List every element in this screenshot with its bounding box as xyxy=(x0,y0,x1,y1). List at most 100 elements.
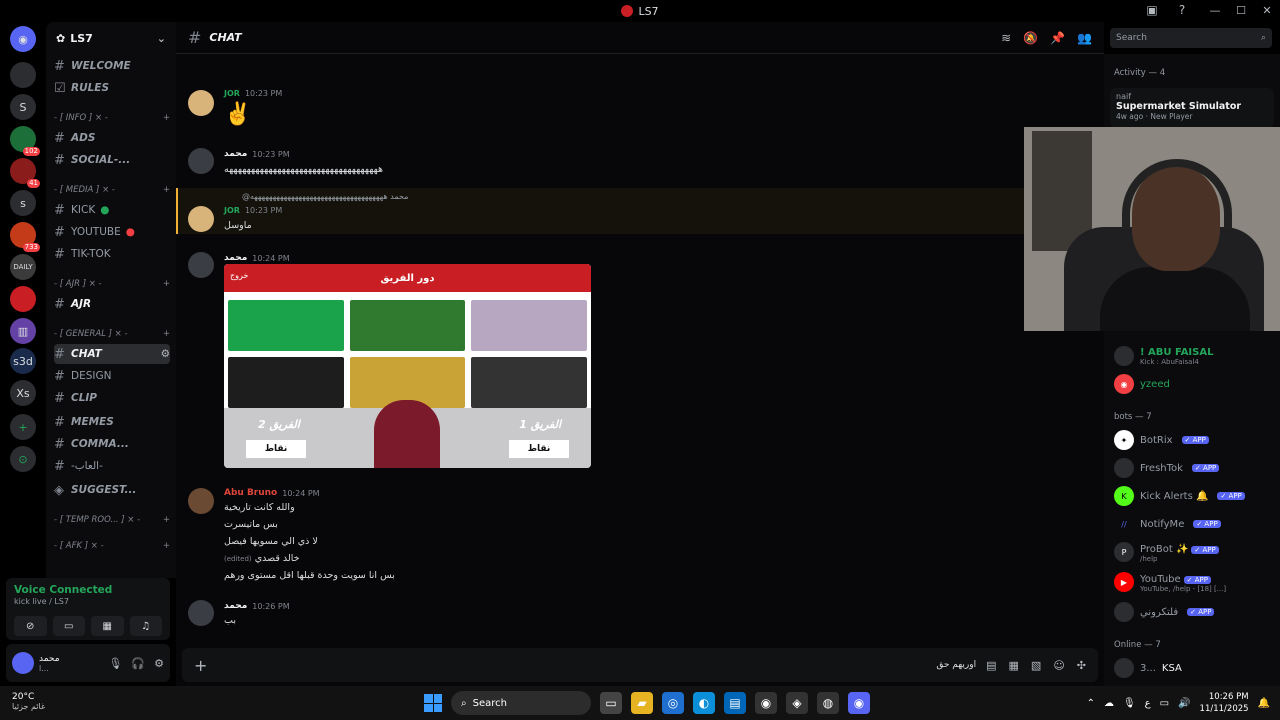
server-icon-2[interactable]: S xyxy=(10,94,36,120)
server-icon-s3d[interactable]: s3d xyxy=(10,348,36,374)
server-icon-6[interactable]: 733 xyxy=(10,222,40,252)
start-button[interactable] xyxy=(424,694,442,712)
edge-icon[interactable]: ◐ xyxy=(693,692,715,714)
soundboard-icon[interactable]: ♫ xyxy=(129,616,162,636)
message-author[interactable]: Abu Bruno xyxy=(224,488,277,498)
server-icon-1[interactable] xyxy=(10,62,36,88)
close-button[interactable]: ✕ xyxy=(1254,0,1280,22)
channel-suggest[interactable]: ◈ SUGGEST... xyxy=(54,480,170,500)
member-item[interactable]: K Kick Alerts 🔔 ✓ APP xyxy=(1114,482,1274,510)
member-item[interactable]: ✦ BotRix ✓ APP xyxy=(1114,426,1274,454)
channel-memes[interactable]: # MEMES xyxy=(54,412,170,432)
help-icon[interactable]: ? xyxy=(1174,3,1190,17)
network-icon[interactable]: ▭ xyxy=(1160,698,1169,709)
message-author[interactable]: JOR xyxy=(224,206,240,215)
category-temp-rooms[interactable]: - [ TEMP ROO... ] × - + xyxy=(54,510,170,530)
server-icon-4[interactable]: 41 xyxy=(10,158,40,188)
voice-status[interactable]: Voice Connected xyxy=(14,584,162,596)
add-server-icon[interactable]: + xyxy=(10,414,36,440)
chrome-icon[interactable]: ◎ xyxy=(662,692,684,714)
server-icon-5[interactable]: s xyxy=(10,190,36,216)
member-item[interactable]: فلتكروني ✓ APP xyxy=(1114,598,1274,626)
cloud-icon[interactable]: ☁ xyxy=(1104,698,1114,709)
server-icon-3[interactable]: 102 xyxy=(10,126,40,156)
plus-icon[interactable]: + xyxy=(163,279,170,289)
gear-icon[interactable]: ⚙ xyxy=(154,657,164,670)
category-info[interactable]: - [ INFO ] × - + xyxy=(54,108,170,128)
camera-off-icon[interactable]: ⊘ xyxy=(14,616,47,636)
gif-icon[interactable]: ▦ xyxy=(1009,659,1019,672)
channel-tiktok[interactable]: # TIK-TOK xyxy=(54,244,170,264)
reply-preview[interactable]: @محمد هههههههههههههههههههههههههههههههههه… xyxy=(242,192,408,201)
avatar[interactable] xyxy=(188,252,214,278)
member-item[interactable]: // NotifyMe ✓ APP xyxy=(1114,510,1274,538)
taskbar-search[interactable]: ⌕ Search xyxy=(451,691,591,715)
channel-chat[interactable]: # CHAT ⚙ xyxy=(54,344,170,364)
search-input[interactable]: Search ⌕ xyxy=(1110,28,1272,48)
channel-commands[interactable]: # COMMA... xyxy=(54,434,170,454)
store-icon[interactable]: ▤ xyxy=(724,692,746,714)
message-input[interactable]: اوريهم حق xyxy=(936,660,976,670)
message-author[interactable]: JOR xyxy=(224,89,240,98)
message[interactable]: محمد 10:23 PM ههههههههههههههههههههههههههه… xyxy=(176,144,1104,184)
discord-taskbar-icon[interactable]: ◉ xyxy=(848,692,870,714)
member-list-icon[interactable]: 👥 xyxy=(1077,31,1092,45)
app-icon[interactable]: ◉ xyxy=(755,692,777,714)
message[interactable]: @محمد هههههههههههههههههههههههههههههههههه… xyxy=(176,188,1104,234)
voice-channel[interactable]: kick live / LS7 xyxy=(14,597,162,606)
sticker-icon[interactable]: ▧ xyxy=(1031,659,1041,672)
channel-youtube[interactable]: # YOUTUBE ● xyxy=(54,222,170,242)
add-attachment-icon[interactable]: + xyxy=(194,656,207,675)
avatar[interactable] xyxy=(188,206,214,232)
server-icon-ls7[interactable] xyxy=(10,286,36,312)
message[interactable]: Abu Bruno 10:24 PM والله كانت تاريخية بس … xyxy=(176,484,1104,594)
microphone-icon[interactable]: 🎙 xyxy=(108,657,122,670)
message-composer[interactable]: + اوريهم حق ▤ ▦ ▧ ☺ ✣ xyxy=(182,648,1098,682)
task-view-icon[interactable]: ▭ xyxy=(600,692,622,714)
channel-ads[interactable]: # ADS xyxy=(54,128,170,148)
channel-rules[interactable]: ☑ RULES xyxy=(54,78,170,98)
member-item[interactable]: FreshTok ✓ APP xyxy=(1114,454,1274,482)
avatar[interactable] xyxy=(188,600,214,626)
plus-icon[interactable]: + xyxy=(163,329,170,339)
app-launcher-icon[interactable]: ✣ xyxy=(1077,659,1086,672)
avatar[interactable] xyxy=(188,148,214,174)
plus-icon[interactable]: + xyxy=(163,541,170,551)
explore-icon[interactable]: ⊙ xyxy=(10,446,36,472)
maximize-button[interactable]: ☐ xyxy=(1228,0,1254,22)
channel-welcome[interactable]: # WELCOME xyxy=(54,56,170,76)
plus-icon[interactable]: + xyxy=(163,515,170,525)
member-item[interactable]: 3... KSA xyxy=(1114,654,1274,682)
emoji-icon[interactable]: ☺ xyxy=(1053,659,1064,672)
app-icon[interactable]: ◈ xyxy=(786,692,808,714)
file-explorer-icon[interactable]: ▰ xyxy=(631,692,653,714)
apps-icon[interactable]: ▤ xyxy=(986,659,996,672)
weather-widget[interactable]: 20°C غائم جزئيا xyxy=(12,692,45,711)
member-item[interactable]: P ProBot ✨ ✓ APP/help xyxy=(1114,538,1274,566)
discord-home-icon[interactable]: ◉ xyxy=(10,26,36,52)
volume-icon[interactable]: 🔊 xyxy=(1178,698,1190,709)
plus-icon[interactable]: + xyxy=(163,185,170,195)
server-icon-7[interactable]: DAILY xyxy=(10,254,36,280)
pin-icon[interactable]: 📌 xyxy=(1050,31,1065,45)
guild-header[interactable]: ✿ LS7 ⌄ xyxy=(46,22,176,54)
microphone-icon[interactable]: 🎙 xyxy=(1123,698,1136,709)
clock[interactable]: 10:26 PM 11/11/2025 xyxy=(1200,691,1249,715)
member-item[interactable]: ! ABU FAISAL Kick : AbuFaisal4 xyxy=(1114,342,1274,370)
chevron-up-icon[interactable]: ⌃ xyxy=(1087,698,1095,709)
message-author[interactable]: محمد xyxy=(224,601,247,611)
category-afk[interactable]: - [ AFK ] × - + xyxy=(54,536,170,556)
twitch-icon[interactable]: ▥ xyxy=(10,318,36,344)
inbox-icon[interactable]: ▣ xyxy=(1144,3,1160,17)
screen-share-icon[interactable]: ▭ xyxy=(52,616,85,636)
threads-icon[interactable]: ≋ xyxy=(1001,31,1011,45)
notification-bell-icon[interactable]: 🔕 xyxy=(1023,31,1038,45)
message[interactable]: محمد 10:26 PM بب xyxy=(176,596,1104,636)
plus-icon[interactable]: + xyxy=(163,113,170,123)
message[interactable]: JOR 10:23 PM ✌️ xyxy=(176,84,1104,134)
message-author[interactable]: محمد xyxy=(224,253,247,263)
channel-social[interactable]: # SOCIAL-... xyxy=(54,150,170,170)
avatar[interactable] xyxy=(188,488,214,514)
member-item[interactable]: ▶ YouTube ✓ APP YouTube, /help - [18] [...] xyxy=(1114,568,1274,596)
server-icon-xs[interactable]: Xs xyxy=(10,380,36,406)
